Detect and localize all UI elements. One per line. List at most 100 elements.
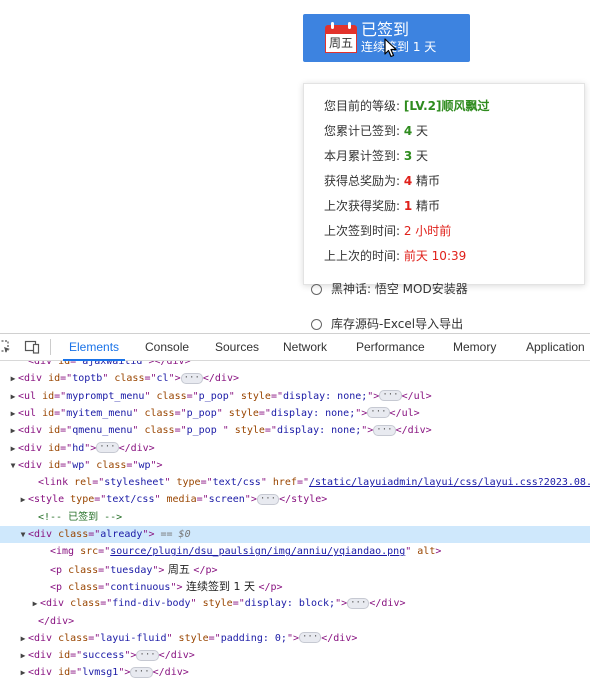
code-token: =" xyxy=(70,361,83,367)
dom-node[interactable]: ▶ <style type="text/css" media="screen"> ·… xyxy=(0,491,590,508)
dom-node[interactable]: ▶ <div class="layui-fluid" style="padding… xyxy=(0,630,590,647)
code-token: style xyxy=(234,425,265,437)
option-item[interactable]: 黑神话: 悟空 MOD安装器 xyxy=(311,280,468,297)
code-token: =" xyxy=(70,650,83,662)
device-toolbar-icon[interactable] xyxy=(24,339,40,355)
dom-node[interactable]: </div> xyxy=(0,613,590,630)
code-token: =" xyxy=(144,373,157,385)
stat-row: 您目前的等级: [LV.2]顺风飘过 xyxy=(324,98,489,114)
dom-node[interactable]: <div id="ajaxwaitid"></div> xyxy=(0,361,590,370)
expand-arrow-icon[interactable]: ▶ xyxy=(30,595,40,612)
dom-node[interactable]: ▼ <div id="wp" class="wp"> xyxy=(0,457,590,474)
code-token: =" xyxy=(100,598,113,610)
expand-arrow-icon[interactable]: ▶ xyxy=(8,405,18,422)
dom-node[interactable]: ▶ <div id="lvmsg1"> ··· </div> xyxy=(0,664,590,681)
code-token: " xyxy=(144,390,157,402)
code-token: </div> xyxy=(395,425,432,437)
expand-arrow-icon[interactable]: ▶ xyxy=(18,630,28,647)
dom-node[interactable]: <p class="continuous"> 连续签到 1 天 </p> xyxy=(0,578,590,595)
code-token: <ul xyxy=(18,390,43,402)
stat-value: 3 xyxy=(403,149,413,163)
page-area: 周五 已签到 连续签到 1 天 您目前的等级: [LV.2]顺风飘过 您累计已签到… xyxy=(0,0,590,333)
stat-value: 前天 10:39 xyxy=(403,249,467,263)
ellipsis-button[interactable]: ··· xyxy=(367,407,390,419)
code-token: <div xyxy=(28,529,59,540)
code-token: <div xyxy=(28,632,59,644)
dom-node[interactable]: <link rel="stylesheet" type="text/css" h… xyxy=(0,474,590,491)
collapse-arrow-icon[interactable]: ▼ xyxy=(8,457,18,474)
code-token: "> xyxy=(170,581,183,593)
ellipsis-button[interactable]: ··· xyxy=(256,493,280,505)
code-token: <p xyxy=(50,564,69,576)
code-token: id xyxy=(58,361,71,367)
code-token: <p xyxy=(50,581,69,593)
stat-value: 4 xyxy=(403,174,413,188)
tab-memory[interactable]: Memory xyxy=(453,334,496,360)
ellipsis-button[interactable]: ··· xyxy=(379,390,402,402)
expand-arrow-icon[interactable]: ▶ xyxy=(8,388,18,405)
devtools-toolbar: Elements Console Sources Network Performance… xyxy=(0,334,590,361)
tab-sources[interactable]: Sources xyxy=(215,334,259,360)
code-token: =" xyxy=(126,459,139,471)
code-token: " xyxy=(228,390,241,402)
expand-arrow-icon[interactable]: ▶ xyxy=(18,664,28,681)
dom-node[interactable]: ▶ <ul id="myprompt_menu" class="p_pop" st… xyxy=(0,388,590,405)
dom-node[interactable]: ▶ <div id="hd"> ··· </div> xyxy=(0,440,590,457)
dom-node[interactable]: <!-- 已签到 --> xyxy=(0,509,590,526)
code-token: =" xyxy=(60,373,73,385)
code-token: =" xyxy=(196,494,209,506)
expand-arrow-icon[interactable]: ▶ xyxy=(8,440,18,457)
expand-arrow-icon[interactable]: ▶ xyxy=(8,422,18,439)
tab-network[interactable]: Network xyxy=(283,334,327,360)
code-token: display: none; xyxy=(282,390,368,402)
code-token: p_pop xyxy=(198,390,229,402)
code-token: class xyxy=(144,425,175,437)
code-token: "> xyxy=(286,632,299,644)
option-item[interactable]: 库存源码-Excel导入导出 xyxy=(311,315,463,332)
dom-node[interactable]: ▶ <ul id="myitem_menu" class="p_pop" styl… xyxy=(0,405,590,422)
code-token: qmenu_menu xyxy=(72,425,133,437)
code-token: "> xyxy=(335,598,348,610)
radio-button[interactable] xyxy=(311,319,322,330)
code-token: <div xyxy=(28,667,59,679)
ellipsis-button[interactable]: ··· xyxy=(298,632,322,644)
code-token: > xyxy=(435,546,442,558)
code-token: <div xyxy=(18,425,49,437)
code-token: class xyxy=(70,598,101,610)
dom-node[interactable]: ▶ <div id="success"> ··· </div> xyxy=(0,647,590,664)
radio-button[interactable] xyxy=(311,284,322,295)
expand-arrow-icon[interactable]: ▶ xyxy=(18,647,28,664)
code-token: </div> xyxy=(369,598,406,610)
dom-node[interactable]: ▶ <div id="qmenu_menu" class="p_pop " sty… xyxy=(0,422,590,439)
ellipsis-button[interactable]: ··· xyxy=(180,372,203,384)
expand-arrow-icon[interactable]: ▶ xyxy=(18,491,28,508)
code-token: style xyxy=(240,390,271,402)
ellipsis-button[interactable]: ··· xyxy=(136,649,159,661)
code-token: " xyxy=(132,425,145,437)
ellipsis-button[interactable]: ··· xyxy=(373,424,396,436)
code-token: </div> xyxy=(321,632,358,644)
code-token: class xyxy=(144,407,175,419)
dom-tree: <div id="ajaxwaitid"></div> ▶ <div id="top… xyxy=(0,361,590,688)
expand-arrow-icon[interactable]: ▶ xyxy=(8,370,18,387)
code-token: "> xyxy=(367,390,380,402)
dom-node[interactable]: ▶ <div class="find-div-body" style="displ… xyxy=(0,595,590,612)
ellipsis-button[interactable]: ··· xyxy=(347,597,370,609)
dom-node[interactable]: ▶ <div id="toptb" class="cl"> ··· </div> xyxy=(0,370,590,387)
tab-application[interactable]: Application xyxy=(526,334,585,360)
ellipsis-button[interactable]: ··· xyxy=(96,442,119,453)
tab-elements[interactable]: Elements xyxy=(62,334,126,361)
code-token[interactable]: source/plugin/dsu_paulsign/img/anniu/yqi… xyxy=(110,546,405,557)
dom-node[interactable]: <p class="tuesday"> 周五 </p> xyxy=(0,561,590,578)
code-token: id xyxy=(48,459,61,471)
ellipsis-button[interactable]: ··· xyxy=(130,666,153,678)
code-token: style xyxy=(202,598,233,610)
code-token: "> xyxy=(150,459,163,471)
dom-node[interactable]: <img src="source/plugin/dsu_paulsign/img… xyxy=(0,543,590,560)
code-token[interactable]: /static/layuiadmin/layui/css/layui.css?2… xyxy=(309,477,590,488)
dom-node-selected[interactable]: ▼ <div class="already"> == $0 xyxy=(0,526,590,543)
tab-console[interactable]: Console xyxy=(145,334,189,360)
tab-performance[interactable]: Performance xyxy=(356,334,425,360)
collapse-arrow-icon[interactable]: ▼ xyxy=(18,526,28,543)
inspect-element-icon[interactable] xyxy=(0,339,12,355)
